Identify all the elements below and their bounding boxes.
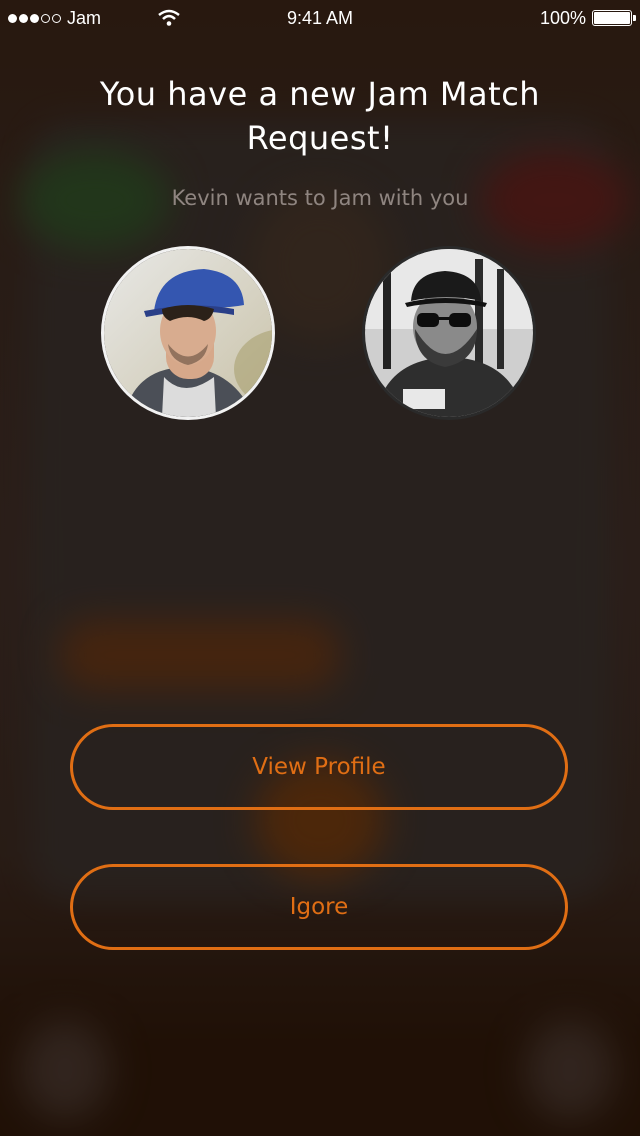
match-subtitle: Kevin wants to Jam with you bbox=[171, 186, 469, 210]
user-avatar[interactable] bbox=[362, 246, 536, 420]
signal-strength-icon bbox=[8, 13, 61, 23]
battery-percent: 100% bbox=[539, 7, 586, 28]
status-bar: Jam 9:41 AM 100% bbox=[0, 0, 640, 36]
view-profile-button[interactable]: View Profile bbox=[70, 724, 568, 810]
battery-icon bbox=[592, 10, 636, 26]
requester-avatar[interactable] bbox=[101, 246, 275, 420]
blurred-background bbox=[0, 0, 640, 1136]
wifi-icon bbox=[158, 9, 180, 26]
match-title: You have a new Jam Match Request! bbox=[99, 75, 541, 157]
ignore-button[interactable]: Igore bbox=[70, 864, 568, 950]
status-time: 9:41 AM bbox=[286, 7, 354, 28]
carrier-name: Jam bbox=[67, 7, 102, 28]
